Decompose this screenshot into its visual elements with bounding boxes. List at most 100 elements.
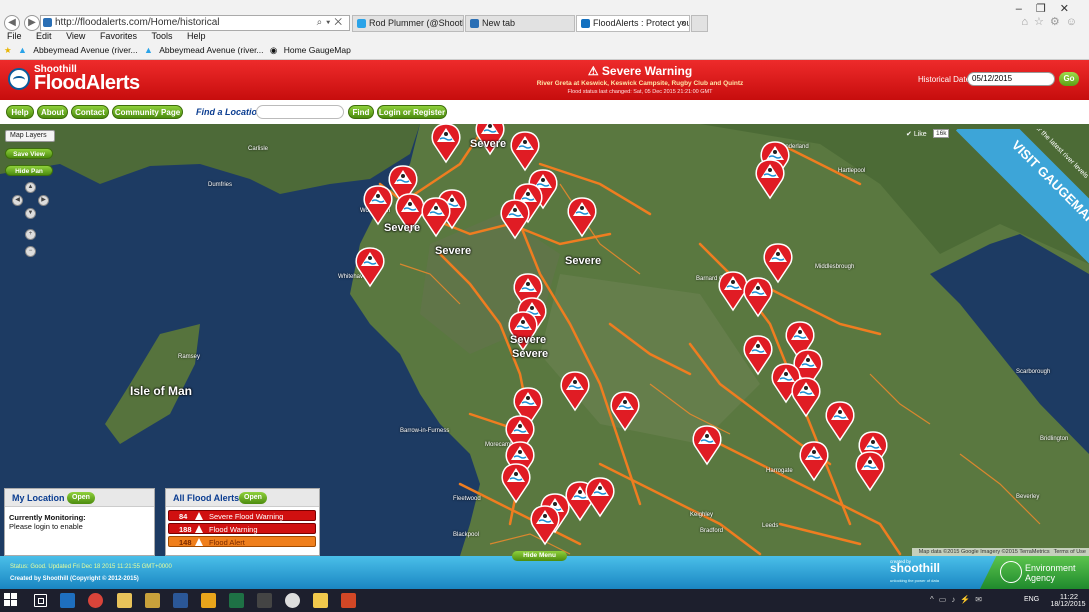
window-controls[interactable]: –❐✕: [1016, 2, 1083, 15]
pan-left-icon[interactable]: ◀: [12, 195, 23, 206]
flood-marker: [692, 425, 722, 465]
warning-status: Flood status last changed: Sat, 05 Dec 2…: [567, 89, 713, 95]
menu-tools[interactable]: Tools: [151, 31, 172, 41]
find-button[interactable]: Find: [348, 105, 374, 119]
brand-name[interactable]: FloodAlerts: [34, 72, 140, 95]
new-tab-button[interactable]: [691, 15, 708, 32]
facebook-like-button[interactable]: ✔ Like: [906, 130, 927, 138]
flood-map[interactable]: Sunderland Hartlepool Middlesbrough Scar…: [0, 124, 1089, 556]
forward-button[interactable]: ▶: [24, 15, 40, 31]
pan-down-icon[interactable]: ▼: [25, 208, 36, 219]
alert-row-warning[interactable]: 188 Flood Warning: [168, 523, 316, 534]
zoom-in-icon[interactable]: +: [25, 229, 36, 240]
marker-group: [355, 124, 888, 545]
menu-view[interactable]: View: [66, 31, 85, 41]
severe-label: Severe: [512, 348, 549, 360]
word-icon[interactable]: [173, 593, 188, 608]
panel-header: All Flood Alerts Open: [166, 489, 319, 507]
warning-triangle-icon: [195, 512, 203, 520]
go-button[interactable]: Go: [1059, 72, 1079, 86]
tab-floodalerts[interactable]: FloodAlerts : Protect your h... ×: [576, 15, 690, 32]
language-indicator[interactable]: ENG: [1024, 596, 1039, 603]
menu-edit[interactable]: Edit: [36, 31, 52, 41]
tab-twitter[interactable]: Rod Plummer (@ShoothillRod)...: [352, 15, 464, 32]
my-location-panel: My Location Open Currently Monitoring: P…: [4, 488, 155, 556]
flood-marker: [718, 271, 748, 311]
alert-count: 188: [179, 525, 192, 534]
app-icon[interactable]: [285, 593, 300, 608]
menu-file[interactable]: File: [7, 31, 22, 41]
panel-header: My Location Open: [5, 489, 154, 507]
alert-row-severe[interactable]: 84 Severe Flood Warning: [168, 510, 316, 521]
help-button[interactable]: Help: [6, 105, 34, 119]
tab-label: Rod Plummer (@ShoothillRod)...: [369, 18, 463, 28]
login-message: Please login to enable: [9, 522, 83, 531]
map-layers-dropdown[interactable]: Map Layers: [5, 130, 55, 142]
menu-favorites[interactable]: Favorites: [100, 31, 137, 41]
app-icon[interactable]: [201, 593, 216, 608]
favorite-link[interactable]: Abbeymead Avenue (river...: [33, 45, 137, 55]
all-flood-alerts-open-button[interactable]: Open: [239, 492, 267, 504]
alert-row-alert[interactable]: 148 Flood Alert: [168, 536, 316, 547]
notes-icon[interactable]: [313, 593, 328, 608]
severe-label: Severe: [565, 255, 602, 267]
folder-icon[interactable]: [145, 593, 160, 608]
flood-marker: [799, 441, 829, 481]
flood-marker: [791, 377, 821, 417]
shoothill-logo[interactable]: shoothill: [890, 561, 940, 575]
address-bar[interactable]: http://floodalerts.com/Home/historical ⌕…: [40, 15, 350, 31]
favorite-link[interactable]: Abbeymead Avenue (river...: [159, 45, 263, 55]
floodalerts-logo-icon[interactable]: [8, 68, 30, 90]
environment-agency-logo-icon: [1000, 561, 1022, 583]
map-copyright: Map data ©2015 Google Imagery ©2015 Terr…: [911, 548, 1089, 556]
favorites-star-icon[interactable]: ★: [4, 45, 12, 56]
alert-label: Flood Alert: [209, 538, 245, 547]
community-page-button[interactable]: Community Page: [112, 105, 183, 119]
file-explorer-icon[interactable]: [117, 593, 132, 608]
find-location-input[interactable]: [256, 105, 344, 119]
clock-date[interactable]: 18/12/2015: [1048, 601, 1088, 608]
windows-taskbar: ^▭♪⚡✉ ENG 11:22 18/12/2015: [0, 589, 1089, 612]
my-location-open-button[interactable]: Open: [67, 492, 95, 504]
windows-start-icon[interactable]: [4, 593, 18, 607]
historical-date-input[interactable]: 05/12/2015: [967, 72, 1055, 86]
pan-right-icon[interactable]: ▶: [38, 195, 49, 206]
powerpoint-icon[interactable]: [341, 593, 356, 608]
gaugemap-ribbon[interactable]: For the latest river levels VISIT GAUGEM…: [950, 129, 1089, 269]
twitter-bird-icon: ▲: [143, 45, 153, 55]
zoom-out-icon[interactable]: −: [25, 246, 36, 257]
task-view-icon[interactable]: [34, 594, 47, 607]
menu-help[interactable]: Help: [187, 31, 206, 41]
flood-marker: [560, 371, 590, 411]
floodalerts-icon: [581, 19, 590, 28]
save-view-button[interactable]: Save View: [5, 148, 53, 159]
chrome-icon[interactable]: [88, 593, 103, 608]
monitoring-label: Currently Monitoring:: [9, 513, 86, 522]
favorite-link[interactable]: Home GaugeMap: [284, 45, 351, 55]
flood-marker: [501, 463, 531, 503]
contact-button[interactable]: Contact: [71, 105, 109, 119]
browser-toolbar-icons[interactable]: ⌂☆⚙☺: [1021, 15, 1083, 28]
menu-bar: File Edit View Favorites Tools Help: [0, 31, 211, 45]
excel-icon[interactable]: [229, 593, 244, 608]
app-icon[interactable]: [257, 593, 272, 608]
tab-new[interactable]: New tab: [465, 15, 575, 32]
close-tab-icon[interactable]: ×: [681, 16, 686, 31]
login-register-button[interactable]: Login or Register: [377, 105, 447, 119]
back-button[interactable]: ◀: [4, 15, 20, 31]
pan-up-icon[interactable]: ▲: [25, 182, 36, 193]
browser-chrome: ◀ ▶ http://floodalerts.com/Home/historic…: [0, 0, 1089, 60]
internet-explorer-icon[interactable]: [60, 593, 75, 608]
about-button[interactable]: About: [37, 105, 68, 119]
like-count: 16k: [933, 129, 950, 138]
warning-triangle-icon: [195, 525, 203, 533]
hide-menu-button[interactable]: Hide Menu: [512, 551, 567, 561]
severe-label: Severe: [384, 222, 421, 234]
system-tray-icons[interactable]: ^▭♪⚡✉: [930, 595, 987, 604]
search-refresh-icon[interactable]: ⌕▾✕: [317, 16, 346, 30]
terms-link[interactable]: Terms of Use: [1054, 549, 1086, 555]
clock-time[interactable]: 11:22: [1052, 592, 1086, 601]
flood-marker: [421, 197, 451, 237]
flood-marker: [530, 505, 560, 545]
hide-pan-button[interactable]: Hide Pan: [5, 165, 53, 176]
